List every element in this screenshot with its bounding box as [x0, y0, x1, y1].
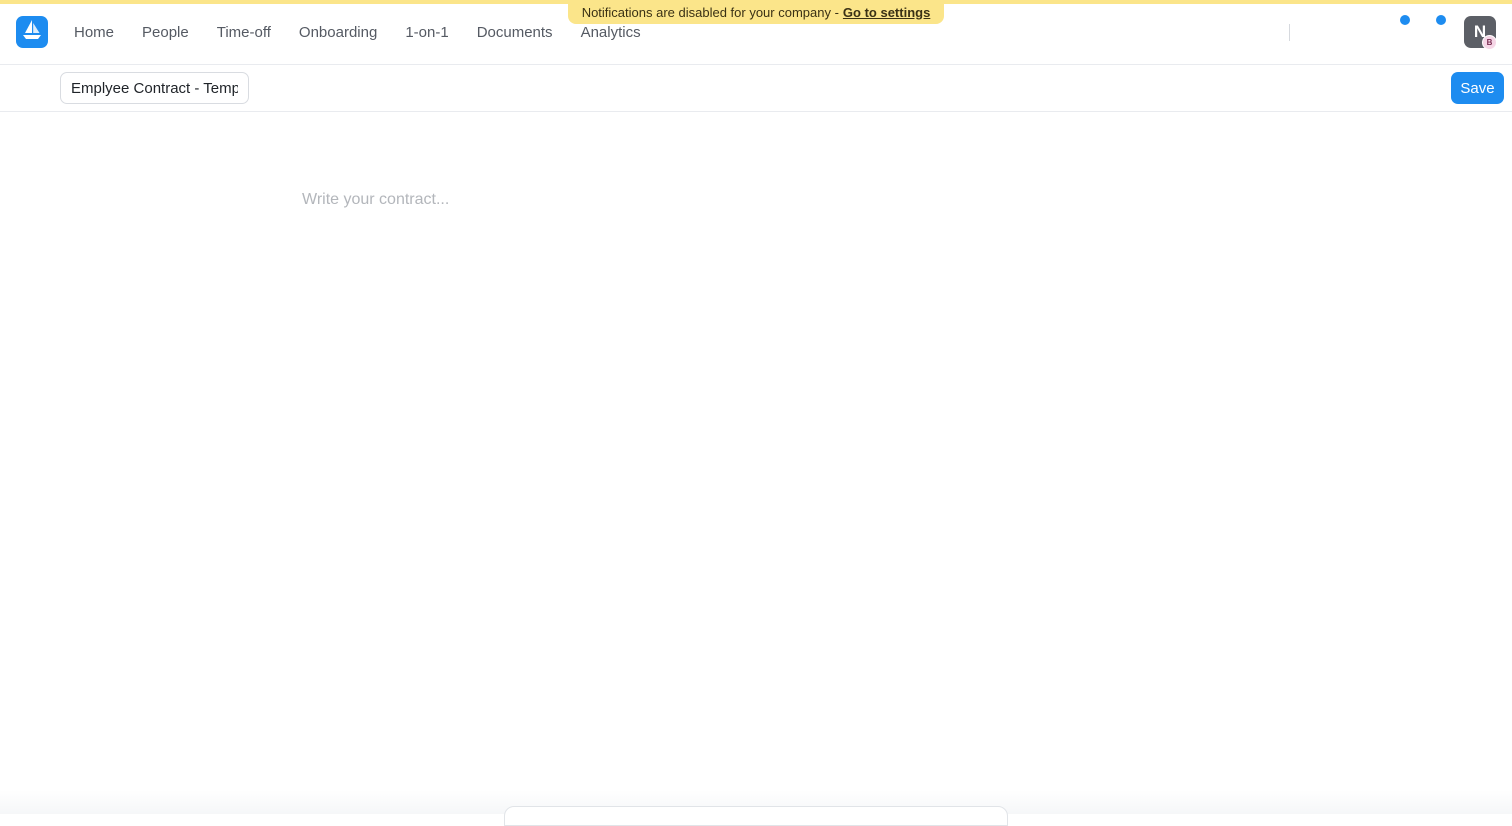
nav-analytics[interactable]: Analytics	[567, 24, 655, 41]
go-to-settings-link[interactable]: Go to settings	[843, 5, 930, 20]
company-badge: B	[1482, 35, 1497, 50]
sailboat-icon	[20, 18, 44, 47]
document-title-input[interactable]	[60, 72, 249, 104]
contract-editor[interactable]	[302, 186, 1212, 746]
document-toolbar: Save	[0, 65, 1512, 112]
notification-dot-icon[interactable]	[1400, 15, 1410, 25]
nav-documents[interactable]: Documents	[463, 24, 567, 41]
nav-time-off[interactable]: Time-off	[203, 24, 285, 41]
banner-message: Notifications are disabled for your comp…	[581, 4, 839, 20]
status-dot-icon[interactable]	[1436, 15, 1446, 25]
app-logo[interactable]	[16, 16, 48, 48]
notifications-banner: Notifications are disabled for your comp…	[568, 0, 944, 24]
nav-people[interactable]: People	[128, 24, 203, 41]
user-avatar[interactable]: N B	[1464, 16, 1497, 50]
nav-divider	[1289, 24, 1290, 41]
nav-1-on-1[interactable]: 1-on-1	[391, 24, 462, 41]
bottom-panel	[504, 806, 1008, 826]
nav-home[interactable]: Home	[60, 24, 128, 41]
main-nav: Home People Time-off Onboarding 1-on-1 D…	[60, 16, 655, 48]
save-button[interactable]: Save	[1451, 72, 1504, 104]
nav-onboarding[interactable]: Onboarding	[285, 24, 391, 41]
